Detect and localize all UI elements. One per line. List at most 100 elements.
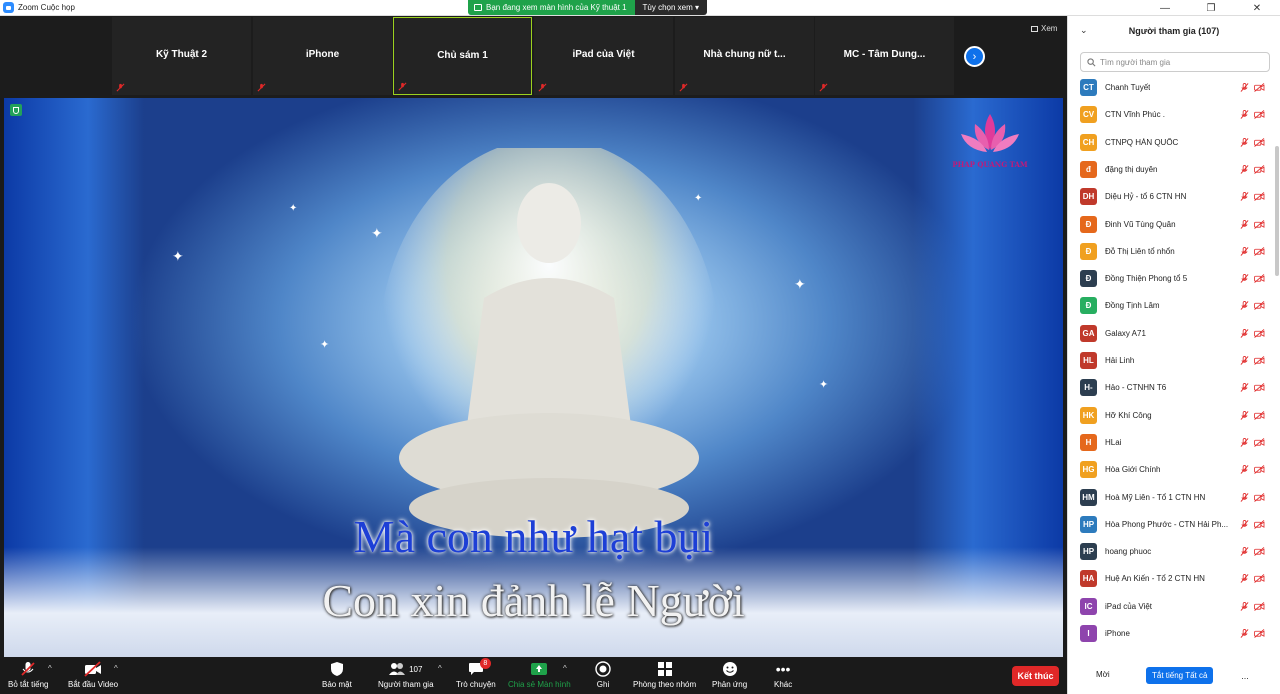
video-thumbnail[interactable]: Nhà chung nữ t... — [675, 17, 814, 95]
share-banner: Bạn đang xem màn hình của Kỹ thuật 1 Tùy… — [468, 0, 708, 15]
participant-row[interactable]: H HLai — [1068, 429, 1273, 456]
video-off-icon — [1254, 492, 1265, 502]
video-thumbnail-active-speaker[interactable]: Chủ sám 1 — [393, 17, 532, 95]
share-options-caret-icon[interactable]: ^ — [563, 664, 567, 673]
participant-row[interactable]: DH Diệu Hỷ - tổ 6 CTN HN — [1068, 183, 1273, 210]
search-input[interactable] — [1100, 57, 1260, 67]
participant-name: Đồng Thiện Phong tổ 5 — [1105, 274, 1188, 284]
view-options-button[interactable]: Tùy chọn xem ▾ — [634, 0, 708, 15]
thumbnail-name: MC - Tâm Dung... — [843, 49, 926, 60]
video-thumbnail[interactable]: Kỹ Thuật 2 — [112, 17, 251, 95]
breakout-rooms-label: Phòng theo nhóm — [633, 680, 697, 689]
record-icon — [594, 660, 612, 678]
reactions-button[interactable]: Phản ứng — [712, 660, 747, 689]
unmute-button[interactable]: Bỏ tắt tiếng — [8, 660, 48, 689]
muted-mic-icon — [1240, 164, 1249, 174]
maximize-button[interactable]: ❐ — [1188, 0, 1234, 16]
participant-name: HLai — [1105, 437, 1122, 447]
end-meeting-button[interactable]: Kết thúc — [1012, 666, 1059, 686]
muted-mic-icon — [1240, 110, 1249, 120]
video-off-icon — [1254, 356, 1265, 365]
video-thumbnail[interactable]: iPad của Việt — [534, 17, 673, 95]
participants-panel: ⌄ Người tham gia (107) CTChanh TuyếtCVCT… — [1067, 16, 1280, 694]
muted-mic-icon — [1240, 574, 1249, 584]
breakout-rooms-button[interactable]: Phòng theo nhóm — [633, 660, 696, 689]
muted-mic-icon — [1240, 137, 1249, 147]
participant-name: Chanh Tuyết — [1105, 83, 1151, 92]
avatar: Đ — [1080, 270, 1097, 288]
avatar: CH — [1080, 133, 1097, 151]
zoom-meeting-window: Zoom Cuộc họp — ❐ ✕ Bạn đang xem màn hìn… — [0, 0, 1280, 694]
security-button[interactable]: Bảo mật — [322, 660, 352, 689]
participant-row[interactable]: GA Galaxy A71 — [1068, 320, 1273, 347]
muted-mic-icon — [1240, 356, 1249, 365]
participants-button[interactable]: 107 Người tham gia — [378, 660, 434, 689]
participant-row[interactable]: HP hoang phuoc — [1068, 538, 1273, 565]
video-off-icon — [1254, 192, 1265, 202]
muted-mic-icon — [1240, 274, 1249, 283]
avatar: GA — [1080, 324, 1097, 342]
chat-bubble-icon: 8 — [467, 658, 491, 678]
thumbnail-name: Nhà chung nữ t... — [703, 49, 786, 60]
participant-row[interactable]: IiPhone — [1068, 620, 1273, 647]
window-controls: — ❐ ✕ — [1142, 0, 1280, 16]
audio-options-caret-icon[interactable]: ^ — [48, 664, 52, 673]
more-button[interactable]: ••• Khác — [774, 660, 792, 689]
muted-mic-icon — [1240, 629, 1249, 638]
video-off-icon — [1254, 328, 1265, 338]
mute-all-button[interactable]: Tắt tiếng Tất cả — [1146, 667, 1214, 684]
participant-row[interactable]: IC iPad của Việt — [1068, 593, 1273, 620]
next-page-icon[interactable]: › — [964, 46, 985, 67]
sparkle-icon: ✦ — [289, 203, 298, 214]
thumbnail-name: Chủ sám 1 — [437, 50, 488, 61]
participant-row[interactable]: Đ Đồng Tịnh Lâm — [1068, 292, 1273, 319]
participant-row[interactable]: HP Hòa Phong Phước - CTN Hải Ph... — [1068, 511, 1273, 538]
participant-row[interactable]: Đ Đỗ Thị Liên tổ nhổn — [1068, 238, 1273, 265]
participant-row[interactable]: CT Chanh Tuyết — [1068, 74, 1273, 101]
more-label: Khác — [774, 680, 793, 689]
encryption-shield-icon[interactable] — [10, 104, 22, 116]
close-window-button[interactable]: ✕ — [1234, 0, 1280, 16]
share-screen-button[interactable]: Chia sẻ Màn hình — [508, 660, 571, 689]
participant-name: Hòa Phong Phước - CTN Hải Ph... — [1105, 519, 1229, 529]
participant-row[interactable]: HG Hòa Giới Chính — [1068, 456, 1273, 483]
view-button[interactable]: Xem — [1031, 24, 1057, 33]
participants-caret-icon[interactable]: ^ — [438, 664, 442, 673]
breakout-rooms-icon — [656, 660, 674, 678]
muted-mic-icon — [1240, 465, 1249, 475]
participant-row[interactable]: Đ Đinh Vũ Tùng Quân — [1068, 211, 1273, 238]
video-options-caret-icon[interactable]: ^ — [114, 664, 118, 673]
avatar: DH — [1080, 188, 1097, 206]
participant-list-scrollbar[interactable] — [1275, 146, 1279, 276]
video-thumbnail[interactable]: iPhone — [253, 17, 392, 95]
participant-row[interactable]: HA Huệ An Kiến - Tổ 2 CTN HN — [1068, 565, 1273, 592]
shared-screen-content[interactable]: ✦ ✦ ✦ ✦ ✦ ✦ ✦ PHAP QUANG TAM Mà con như … — [4, 98, 1063, 657]
avatar: Đ — [1080, 215, 1097, 233]
record-button[interactable]: Ghi — [594, 660, 612, 689]
minimize-button[interactable]: — — [1142, 0, 1188, 16]
participant-row[interactable]: H- Hảo - CTNHN T6 — [1068, 374, 1273, 401]
participant-row[interactable]: CH CTNPQ HÀN QUỐC — [1068, 129, 1273, 156]
panel-more-button[interactable]: ... — [1236, 668, 1254, 683]
invite-button[interactable]: Mời — [1096, 670, 1110, 679]
participant-name: CTNPQ HÀN QUỐC — [1105, 137, 1179, 147]
lotus-logo-icon — [961, 114, 1019, 152]
sparkle-icon: ✦ — [320, 339, 330, 351]
participant-row[interactable]: CV CTN Vĩnh Phúc . — [1068, 101, 1273, 128]
participant-row[interactable]: Đ Đồng Thiện Phong tổ 5 — [1068, 265, 1273, 292]
participant-row[interactable]: đ đặng thị duyên — [1068, 156, 1273, 183]
video-thumbnail-strip: Kỹ Thuật 2 iPhone Chủ sám 1 iPad của Việ… — [0, 16, 1067, 98]
participant-row[interactable]: HM Hoà Mỹ Liên - Tổ 1 CTN HN — [1068, 484, 1273, 511]
muted-mic-icon — [1240, 410, 1249, 420]
start-video-label: Bắt đầu Video — [68, 680, 119, 689]
participant-row[interactable]: HL Hải Linh — [1068, 347, 1273, 374]
chat-button[interactable]: 8 Trò chuyện — [456, 658, 496, 689]
start-video-button[interactable]: Bắt đầu Video — [68, 660, 118, 689]
video-off-icon — [1254, 547, 1265, 556]
reactions-label: Phản ứng — [712, 680, 748, 689]
video-off-icon — [1254, 465, 1265, 475]
collapse-chevron-icon[interactable]: ⌄ — [1080, 25, 1088, 36]
participant-row[interactable]: HK Hỡ Khí Công — [1068, 402, 1273, 429]
window-title: Zoom Cuộc họp — [18, 3, 75, 12]
video-thumbnail[interactable]: MC - Tâm Dung... — [815, 17, 954, 95]
